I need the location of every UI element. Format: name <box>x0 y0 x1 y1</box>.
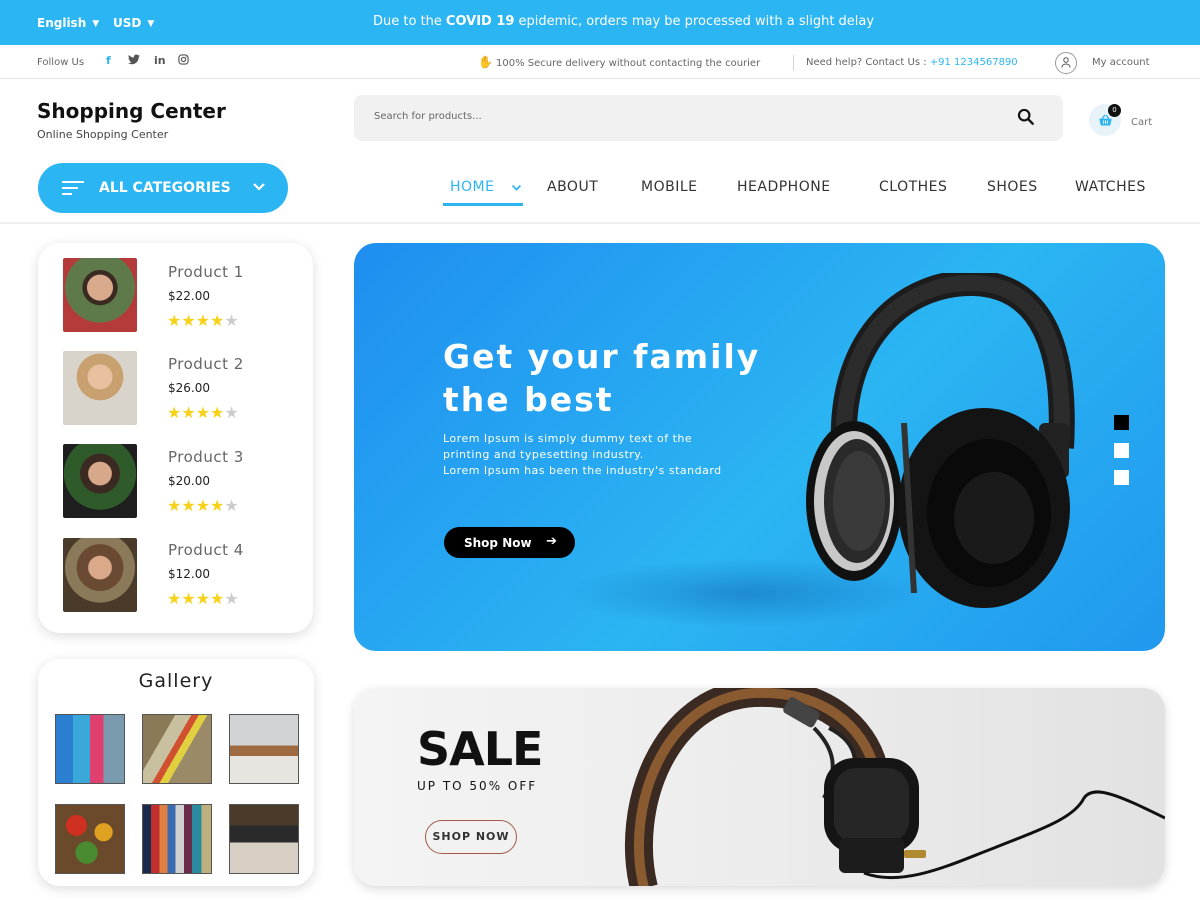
gallery-image[interactable] <box>142 714 212 784</box>
language-label: English <box>37 16 87 30</box>
follow-us-label: Follow Us <box>37 57 85 68</box>
hero-title-line: the best <box>443 380 614 419</box>
top-banner: English ▼ USD ▼ Due to the COVID 19 epidemic… <box>0 0 1200 45</box>
notice-text: Due to the <box>373 14 442 29</box>
product-thumbnail[interactable] <box>63 351 137 425</box>
my-account-link[interactable]: My account <box>1092 57 1150 68</box>
chevron-down-icon <box>252 177 266 196</box>
slide-dot-2[interactable] <box>1114 443 1129 458</box>
slide-dot-3[interactable] <box>1114 470 1129 485</box>
gallery-title: Gallery <box>138 670 214 692</box>
secure-text: 100% Secure delivery without contacting … <box>496 58 761 69</box>
linkedin-icon[interactable]: in <box>154 54 166 67</box>
user-icon[interactable] <box>1055 52 1077 74</box>
language-selector[interactable]: English ▼ <box>37 16 99 30</box>
gallery-card: Gallery <box>38 659 314 886</box>
rating-stars: ★★★★★ <box>167 403 239 422</box>
slide-dot-1[interactable] <box>1114 415 1129 430</box>
arrow-right-icon: ➔ <box>546 534 557 549</box>
shop-now-button[interactable]: SHOP NOW <box>425 820 517 854</box>
gallery-image[interactable] <box>229 804 299 874</box>
cart-count-badge: 0 <box>1108 104 1121 117</box>
gallery-image[interactable] <box>55 714 125 784</box>
menu-icon <box>62 181 84 199</box>
gallery-image[interactable] <box>142 804 212 874</box>
sale-banner: SALE UP TO 50% OFF SHOP NOW <box>354 688 1165 886</box>
product-thumbnail[interactable] <box>63 444 137 518</box>
product-price: $12.00 <box>168 567 210 581</box>
product-price: $20.00 <box>168 474 210 488</box>
hero-description: Lorem Ipsum is simply dummy text of the p… <box>443 431 773 479</box>
info-bar: Follow Us f in ✋ 100% Secure delivery wit… <box>0 45 1200 79</box>
search-bar[interactable]: Search for products... <box>354 95 1063 141</box>
search-input[interactable]: Search for products... <box>374 111 482 122</box>
headphone-image <box>624 688 1165 886</box>
all-categories-label: ALL CATEGORIES <box>99 180 231 196</box>
contact-info: Need help? Contact Us : +91 1234567890 <box>806 57 1018 68</box>
rating-stars: ★★★★★ <box>167 311 239 330</box>
product-price: $22.00 <box>168 289 210 303</box>
nav-clothes[interactable]: CLOTHES <box>879 179 947 195</box>
product-name[interactable]: Product 2 <box>168 355 244 373</box>
product-name[interactable]: Product 4 <box>168 541 244 559</box>
product-name[interactable]: Product 1 <box>168 263 244 281</box>
nav-watches[interactable]: WATCHES <box>1075 179 1146 195</box>
hand-icon: ✋ <box>478 55 493 69</box>
search-icon[interactable] <box>1017 108 1035 126</box>
hero-desc-line: Lorem Ipsum is simply dummy text of the <box>443 432 693 445</box>
help-label: Need help? Contact Us : <box>806 57 927 68</box>
nav-shoes[interactable]: SHOES <box>987 179 1038 195</box>
instagram-icon[interactable] <box>178 54 189 68</box>
phone-link[interactable]: +91 1234567890 <box>930 57 1018 68</box>
product-price: $26.00 <box>168 381 210 395</box>
product-thumbnail[interactable] <box>63 258 137 332</box>
active-nav-indicator <box>443 203 523 206</box>
nav-home[interactable]: HOME <box>450 179 494 195</box>
rating-stars: ★★★★★ <box>167 589 239 608</box>
gallery-image[interactable] <box>55 804 125 874</box>
product-thumbnail[interactable] <box>63 538 137 612</box>
facebook-icon[interactable]: f <box>106 54 111 67</box>
site-brand[interactable]: Shopping Center <box>37 99 226 123</box>
rating-stars: ★★★★★ <box>167 496 239 515</box>
chevron-down-icon: ▼ <box>92 19 100 29</box>
hero-desc-line: printing and typesetting industry. <box>443 448 644 461</box>
divider <box>0 222 1200 224</box>
twitter-icon[interactable] <box>128 54 140 68</box>
all-categories-button[interactable]: ALL CATEGORIES <box>38 163 288 213</box>
nav-mobile[interactable]: MOBILE <box>641 179 697 195</box>
cart-label[interactable]: Cart <box>1131 117 1152 128</box>
product-list-card: Product 1 $22.00 ★★★★★ Product 2 $26.00 … <box>38 243 313 633</box>
notice-text: epidemic, orders may be processed with a… <box>518 14 875 29</box>
divider <box>793 55 794 71</box>
notice-bold: COVID 19 <box>445 14 515 29</box>
chevron-down-icon[interactable] <box>511 180 522 196</box>
covid-notice: Due to the COVID 19 epidemic, orders may b… <box>373 14 874 29</box>
gallery-image[interactable] <box>229 714 299 784</box>
product-name[interactable]: Product 3 <box>168 448 244 466</box>
shop-now-label: Shop Now <box>464 536 532 550</box>
shop-now-button[interactable]: Shop Now ➔ <box>444 527 575 558</box>
hero-banner: Get your family the best Lorem Ipsum is s… <box>354 243 1165 651</box>
nav-about[interactable]: ABOUT <box>547 179 598 195</box>
hero-title-line: Get your family <box>443 337 761 376</box>
currency-selector[interactable]: USD ▼ <box>113 16 154 30</box>
chevron-down-icon: ▼ <box>147 19 155 29</box>
nav-headphone[interactable]: HEADPHONE <box>737 179 831 195</box>
secure-delivery-note: ✋ 100% Secure delivery without contacting… <box>478 55 760 69</box>
site-tagline: Online Shopping Center <box>37 128 169 141</box>
hero-title: Get your family the best <box>443 335 783 421</box>
sale-subtitle: UP TO 50% OFF <box>417 779 538 793</box>
hero-desc-line: Lorem Ipsum has been the industry's stan… <box>443 464 722 477</box>
sale-title: SALE <box>417 722 543 776</box>
headphone-image <box>806 273 1075 608</box>
currency-label: USD <box>113 16 142 30</box>
